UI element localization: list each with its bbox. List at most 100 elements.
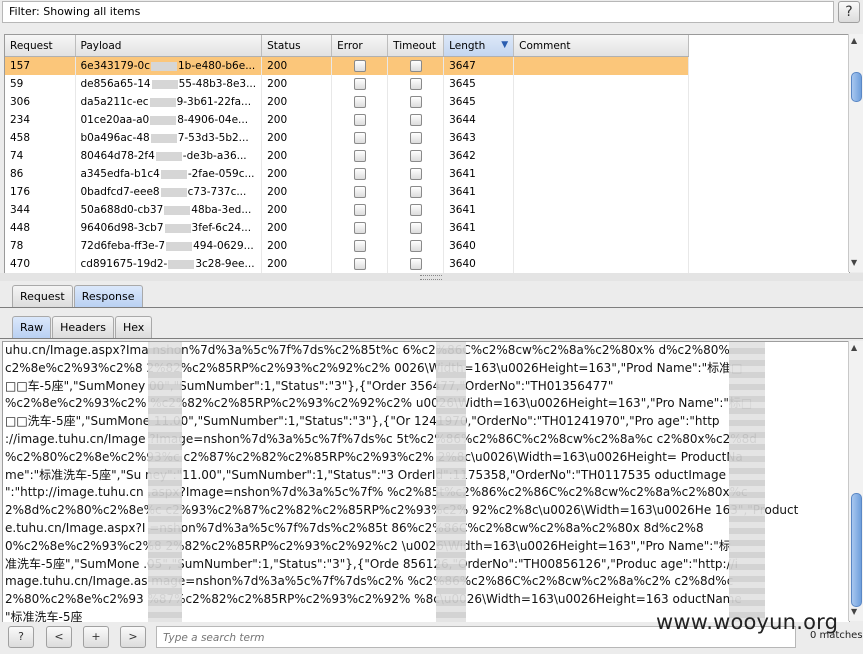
error-checkbox[interactable] <box>353 186 366 198</box>
timeout-checkbox[interactable] <box>409 150 422 162</box>
payload-suffix: 3fef-6c24... <box>191 222 252 234</box>
cell-payload: b0a496ac-48 7-53d3-5b2... <box>75 129 263 147</box>
redaction-mask <box>729 342 765 622</box>
column-header-timeout[interactable]: Timeout <box>387 35 445 57</box>
cell-error <box>331 165 389 183</box>
cell-payload: de856a65-14 55-48b3-8e3... <box>75 75 263 93</box>
cell-status: 200 <box>261 165 333 183</box>
table-row[interactable]: 344 50a688d0-cb37 48ba-3ed... 200 3641 <box>5 201 690 219</box>
table-row[interactable]: 448 96406d98-3cb7 3fef-6c24... 200 3641 <box>5 219 690 237</box>
error-checkbox[interactable] <box>353 96 366 108</box>
column-header-status[interactable]: Status <box>261 35 333 57</box>
error-checkbox[interactable] <box>353 258 366 270</box>
error-checkbox[interactable] <box>353 78 366 90</box>
table-row[interactable]: 157 6e343179-0c 1b-e480-b6e... 200 3647 <box>5 56 690 75</box>
table-scroll-thumb[interactable] <box>851 72 862 102</box>
error-checkbox[interactable] <box>353 60 366 72</box>
search-next-button[interactable]: > <box>120 626 146 648</box>
raw-line: □□洗车-5座","SumMone 11.00","SumNumber":1,"… <box>5 414 720 429</box>
tab-headers[interactable]: Headers <box>52 316 114 338</box>
payload-prefix: cd891675-19d2- <box>80 258 168 270</box>
payload-suffix: 1b-e480-b6e... <box>177 60 256 72</box>
redaction-mask <box>160 187 187 197</box>
scroll-up-icon[interactable]: ▲ <box>851 36 857 45</box>
results-grid: Request Payload Status Error Timeout Length ▼ C… <box>5 35 690 273</box>
tab-hex[interactable]: Hex <box>114 316 153 338</box>
column-header-payload[interactable]: Payload <box>75 35 263 57</box>
pane-splitter[interactable] <box>0 273 863 281</box>
table-row[interactable]: 74 80464d78-2f4 -de3b-a36... 200 3642 <box>5 147 690 165</box>
error-checkbox[interactable] <box>353 132 366 144</box>
table-scrollbar[interactable]: ▲ ▼ <box>848 34 863 272</box>
timeout-checkbox[interactable] <box>409 222 422 234</box>
table-row[interactable]: 86 a345edfa-b1c4 -2fae-059c... 200 3641 <box>5 165 690 183</box>
response-scrollbar[interactable]: ▲ ▼ <box>848 341 863 621</box>
error-checkbox[interactable] <box>353 168 366 180</box>
table-row[interactable]: 234 01ce20aa-a0 8-4906-04e... 200 3644 <box>5 111 690 129</box>
cell-status: 200 <box>261 201 333 219</box>
error-checkbox[interactable] <box>353 150 366 162</box>
tab-response[interactable]: Response <box>73 285 143 307</box>
cell-status: 200 <box>261 237 333 255</box>
cell-payload: 6e343179-0c 1b-e480-b6e... <box>75 56 263 75</box>
search-previous-button[interactable]: < <box>46 626 72 648</box>
timeout-checkbox[interactable] <box>409 168 422 180</box>
raw-response-text[interactable]: uhu.cn/Image.aspx?Ima nshon%7d%3a%5c%7f%… <box>2 341 850 623</box>
table-row[interactable]: 78 72d6feba-ff3e-7 494-0629... 200 3640 <box>5 237 690 255</box>
column-header-error[interactable]: Error <box>331 35 389 57</box>
response-scroll-thumb[interactable] <box>851 493 862 607</box>
cell-request: 458 <box>5 129 76 147</box>
timeout-checkbox[interactable] <box>409 240 422 252</box>
error-checkbox[interactable] <box>353 222 366 234</box>
timeout-checkbox[interactable] <box>409 258 422 270</box>
column-header-request[interactable]: Request <box>5 35 76 57</box>
table-row[interactable]: 59 de856a65-14 55-48b3-8e3... 200 3645 <box>5 75 690 93</box>
watermark-text: www.wooyun.org <box>656 610 839 634</box>
scroll-down-icon[interactable]: ▼ <box>851 258 857 267</box>
error-checkbox[interactable] <box>353 240 366 252</box>
table-row[interactable]: 306 da5a211c-ec 9-3b61-22fa... 200 3645 <box>5 93 690 111</box>
timeout-checkbox[interactable] <box>409 114 422 126</box>
redaction-mask <box>148 342 182 622</box>
cell-status: 200 <box>261 219 333 237</box>
table-row[interactable]: 176 0badfcd7-eee8 c73-737c... 200 3641 <box>5 183 690 201</box>
redaction-mask <box>149 97 176 107</box>
column-header-label: Length <box>449 39 486 52</box>
table-row[interactable]: 470 cd891675-19d2- 3c28-9ee... 200 3640 <box>5 255 690 273</box>
column-header-comment[interactable]: Comment <box>513 35 690 57</box>
scroll-down-icon[interactable]: ▼ <box>851 607 857 616</box>
cell-status: 200 <box>261 255 333 273</box>
column-header-length[interactable]: Length ▼ <box>443 35 515 57</box>
cell-status: 200 <box>261 93 333 111</box>
payload-suffix: 55-48b3-8e3... <box>178 78 257 90</box>
timeout-checkbox[interactable] <box>409 132 422 144</box>
timeout-checkbox[interactable] <box>409 186 422 198</box>
cell-error <box>331 237 389 255</box>
scroll-up-icon[interactable]: ▲ <box>851 343 857 352</box>
redaction-mask <box>155 151 182 161</box>
search-help-button[interactable]: ? <box>8 626 34 648</box>
error-checkbox[interactable] <box>353 114 366 126</box>
redaction-mask <box>150 133 177 143</box>
splitter-grip[interactable] <box>420 275 442 280</box>
tab-request[interactable]: Request <box>12 285 73 307</box>
timeout-checkbox[interactable] <box>409 60 422 72</box>
filter-help-button[interactable]: ? <box>838 1 860 23</box>
cell-request: 344 <box>5 201 76 219</box>
search-add-button[interactable]: + <box>83 626 109 648</box>
timeout-checkbox[interactable] <box>409 96 422 108</box>
cell-request: 176 <box>5 183 76 201</box>
error-checkbox[interactable] <box>353 204 366 216</box>
table-row[interactable]: 458 b0a496ac-48 7-53d3-5b2... 200 3643 <box>5 129 690 147</box>
filter-box[interactable]: Filter: Showing all items <box>2 1 834 23</box>
raw-line: %c2%80%c2%8e%c2%93%c c2%87%c2%82%c2%85RP… <box>5 449 743 464</box>
payload-prefix: 72d6feba-ff3e-7 <box>80 240 166 252</box>
timeout-checkbox[interactable] <box>409 78 422 90</box>
tab-raw[interactable]: Raw <box>12 316 52 338</box>
cell-length: 3645 <box>443 93 515 111</box>
cell-payload: 72d6feba-ff3e-7 494-0629... <box>75 237 263 255</box>
cell-status: 200 <box>261 147 333 165</box>
redaction-mask <box>150 115 177 125</box>
timeout-checkbox[interactable] <box>409 204 422 216</box>
cell-length: 3641 <box>443 201 515 219</box>
